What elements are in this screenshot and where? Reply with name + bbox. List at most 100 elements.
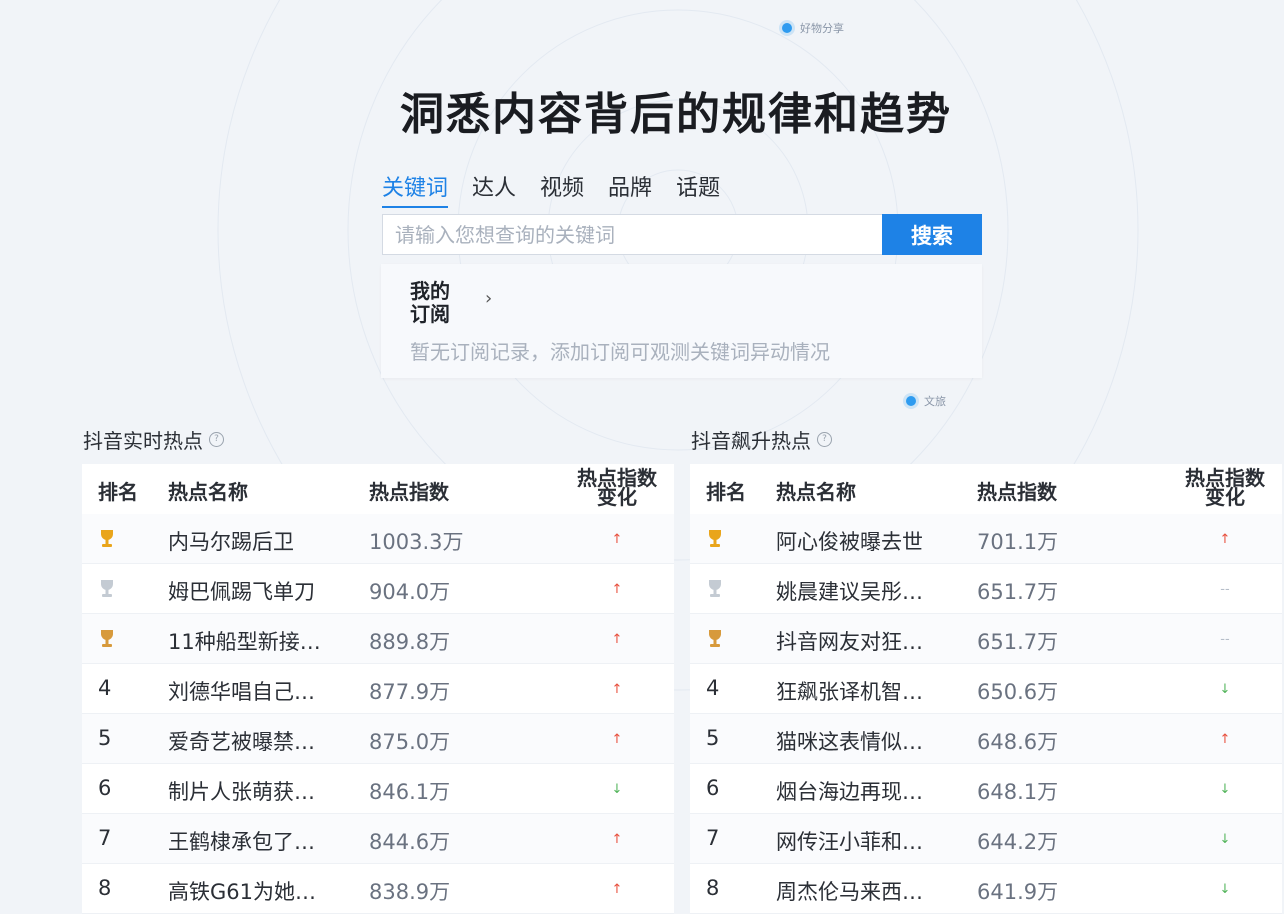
table-row[interactable]: 11种船型新接… 889.8万 ↑: [82, 614, 674, 664]
hot-index-value: 1003.3万: [369, 530, 464, 554]
chevron-right-icon[interactable]: ›: [485, 288, 492, 309]
table-row[interactable]: 7 王鹤棣承包了… 844.6万 ↑: [82, 814, 674, 864]
silver-trophy-icon: [706, 578, 746, 605]
hot-index-value: 644.2万: [977, 830, 1059, 854]
table-row[interactable]: 4 刘德华唱自己… 877.9万 ↑: [82, 664, 674, 714]
trend-up-arrow-icon: ↑: [611, 832, 623, 847]
table-row[interactable]: 8 周杰伦马来西… 641.9万 ↓: [690, 864, 1282, 914]
hot-topic-name[interactable]: 11种船型新接…: [168, 626, 348, 656]
tab-brand[interactable]: 品牌: [608, 170, 652, 208]
table-row[interactable]: 内马尔踢后卫 1003.3万 ↑: [82, 514, 674, 564]
trend-down-arrow-icon: ↓: [1219, 682, 1231, 697]
rank-number: 6: [98, 776, 112, 800]
realtime-table: 排名 热点名称 热点指数 热点指数 变化 内马尔踢后卫 1003.3万 ↑ 姆巴佩踢飞…: [82, 464, 674, 914]
hot-index-value: 701.1万: [977, 530, 1059, 554]
question-circle-icon[interactable]: ?: [817, 432, 832, 447]
hot-topic-name[interactable]: 制片人张萌获…: [168, 776, 348, 806]
search-button[interactable]: 搜索: [882, 214, 982, 255]
trend-up-arrow-icon: ↑: [611, 632, 623, 647]
trend-up-arrow-icon: ↑: [1219, 532, 1231, 547]
trend-flat-icon: --: [1220, 632, 1230, 647]
bronze-trophy-icon: [98, 628, 138, 655]
trend-down-arrow-icon: ↓: [1219, 832, 1231, 847]
tab-video[interactable]: 视频: [540, 170, 584, 208]
tab-keyword[interactable]: 关键词: [382, 170, 449, 208]
search-tabs: 关键词 达人 视频 品牌 话题: [382, 170, 720, 208]
trend-up-arrow-icon: ↑: [611, 682, 623, 697]
hero-title: 洞悉内容背后的规律和趋势: [400, 89, 952, 140]
subscription-empty-text: 暂无订阅记录，添加订阅可观测关键词异动情况: [410, 340, 830, 364]
tab-influencer[interactable]: 达人: [472, 170, 516, 208]
hot-topic-name[interactable]: 猫咪这表情似…: [776, 726, 956, 756]
hot-index-value: 904.0万: [369, 580, 451, 604]
table-row[interactable]: 7 网传汪小菲和… 644.2万 ↓: [690, 814, 1282, 864]
hot-index-value: 651.7万: [977, 630, 1059, 654]
table-row[interactable]: 5 猫咪这表情似… 648.6万 ↑: [690, 714, 1282, 764]
hot-topic-name[interactable]: 姆巴佩踢飞单刀: [168, 576, 348, 606]
hot-topic-name[interactable]: 狂飙张译机智…: [776, 676, 956, 706]
table-row[interactable]: 6 烟台海边再现… 648.1万 ↓: [690, 764, 1282, 814]
column-change: 热点指数 变化: [577, 466, 657, 509]
rank-number: 5: [98, 726, 112, 750]
column-index: 热点指数: [369, 480, 449, 504]
trend-up-arrow-icon: ↑: [611, 732, 623, 747]
realtime-section-title: 抖音实时热点 ?: [83, 425, 224, 454]
hot-index-value: 846.1万: [369, 780, 451, 804]
rank-number: 6: [706, 776, 720, 800]
dot-icon: [782, 23, 792, 33]
trend-up-arrow-icon: ↑: [611, 882, 623, 897]
trend-up-arrow-icon: ↑: [1219, 732, 1231, 747]
hot-topic-name[interactable]: 抖音网友对狂…: [776, 626, 956, 656]
question-circle-icon[interactable]: ?: [209, 432, 224, 447]
hot-index-value: 641.9万: [977, 880, 1059, 904]
gold-trophy-icon: [706, 528, 746, 555]
hot-topic-name[interactable]: 姚晨建议吴彤…: [776, 576, 956, 606]
rank-number: 8: [706, 876, 720, 900]
table-row[interactable]: 姆巴佩踢飞单刀 904.0万 ↑: [82, 564, 674, 614]
column-name: 热点名称: [776, 480, 856, 504]
table-row[interactable]: 阿心俊被曝去世 701.1万 ↑: [690, 514, 1282, 564]
hot-topic-name[interactable]: 内马尔踢后卫: [168, 526, 348, 556]
hot-index-value: 651.7万: [977, 580, 1059, 604]
realtime-table-body: 内马尔踢后卫 1003.3万 ↑ 姆巴佩踢飞单刀 904.0万 ↑ 11种船型新接… 889.…: [82, 514, 674, 914]
hot-index-value: 844.6万: [369, 830, 451, 854]
hot-index-value: 838.9万: [369, 880, 451, 904]
table-row[interactable]: 6 制片人张萌获… 846.1万 ↓: [82, 764, 674, 814]
subscription-title[interactable]: 我的 订阅: [410, 280, 450, 326]
trend-down-arrow-icon: ↓: [1219, 882, 1231, 897]
hot-index-value: 875.0万: [369, 730, 451, 754]
column-change: 热点指数 变化: [1185, 466, 1265, 509]
hot-index-value: 648.1万: [977, 780, 1059, 804]
hot-topic-name[interactable]: 高铁G61为她…: [168, 876, 348, 906]
table-row[interactable]: 姚晨建议吴彤… 651.7万 --: [690, 564, 1282, 614]
silver-trophy-icon: [98, 578, 138, 605]
hot-index-value: 877.9万: [369, 680, 451, 704]
column-index: 热点指数: [977, 480, 1057, 504]
trend-flat-icon: --: [1220, 582, 1230, 597]
table-header: 排名 热点名称 热点指数 热点指数 变化: [690, 464, 1282, 514]
dot-icon: [906, 396, 916, 406]
rank-number: 4: [706, 676, 720, 700]
tab-topic[interactable]: 话题: [676, 170, 720, 208]
hot-topic-name[interactable]: 王鹤棣承包了…: [168, 826, 348, 856]
column-name: 热点名称: [168, 480, 248, 504]
table-row[interactable]: 8 高铁G61为她… 838.9万 ↑: [82, 864, 674, 914]
gold-trophy-icon: [98, 528, 138, 555]
hot-topic-name[interactable]: 烟台海边再现…: [776, 776, 956, 806]
hot-index-value: 889.8万: [369, 630, 451, 654]
table-row[interactable]: 4 狂飙张译机智… 650.6万 ↓: [690, 664, 1282, 714]
column-rank: 排名: [706, 480, 746, 504]
table-row[interactable]: 5 爱奇艺被曝禁… 875.0万 ↑: [82, 714, 674, 764]
trend-down-arrow-icon: ↓: [611, 782, 623, 797]
hot-topic-name[interactable]: 阿心俊被曝去世: [776, 526, 956, 556]
hot-index-value: 648.6万: [977, 730, 1059, 754]
hot-topic-name[interactable]: 网传汪小菲和…: [776, 826, 956, 856]
column-rank: 排名: [98, 480, 138, 504]
hot-topic-name[interactable]: 刘德华唱自己…: [168, 676, 348, 706]
hot-topic-name[interactable]: 爱奇艺被曝禁…: [168, 726, 348, 756]
trend-up-arrow-icon: ↑: [611, 532, 623, 547]
rank-number: 5: [706, 726, 720, 750]
search-input[interactable]: [382, 214, 882, 255]
hot-topic-name[interactable]: 周杰伦马来西…: [776, 876, 956, 906]
table-row[interactable]: 抖音网友对狂… 651.7万 --: [690, 614, 1282, 664]
